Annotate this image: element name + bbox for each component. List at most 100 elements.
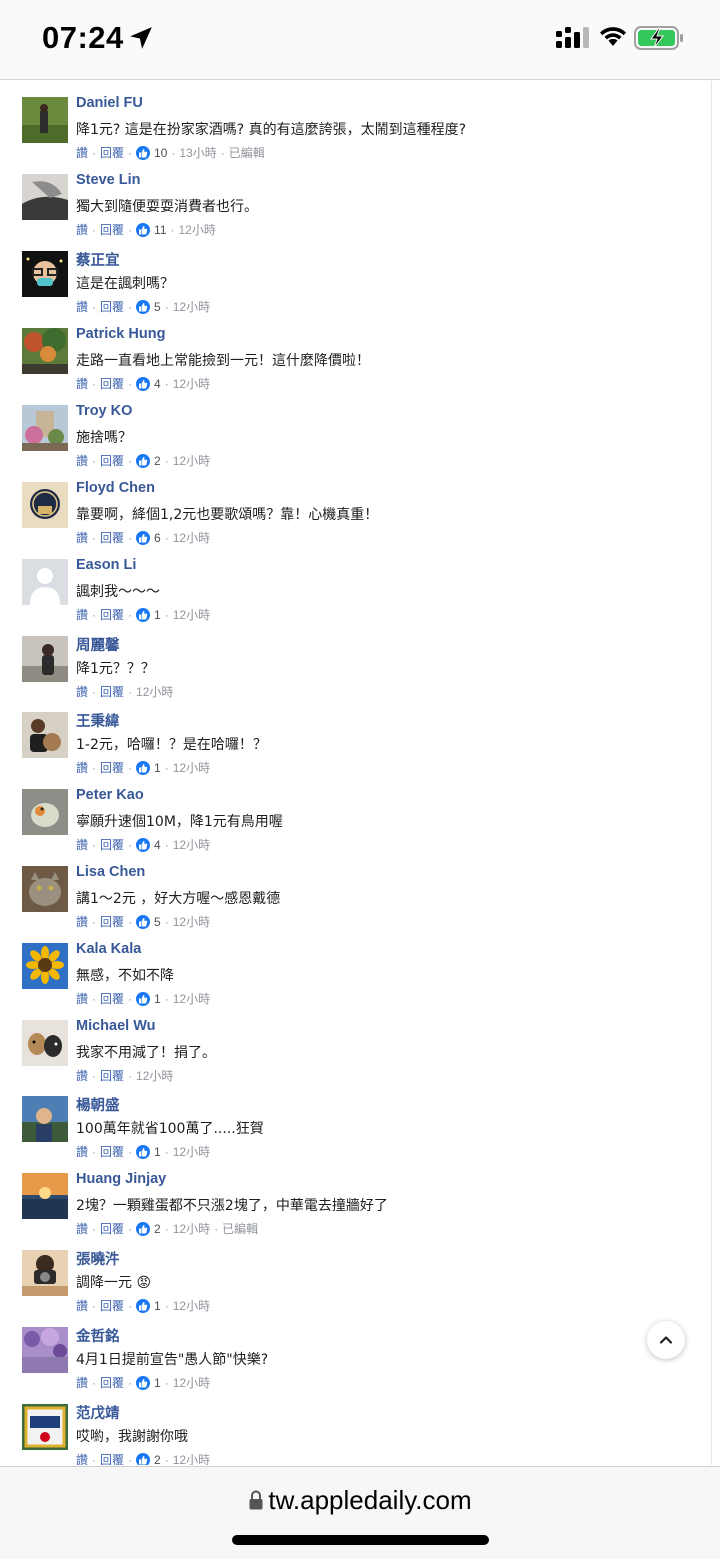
- reply-link[interactable]: 回覆: [100, 529, 124, 546]
- avatar[interactable]: [22, 482, 68, 528]
- like-link[interactable]: 讚: [76, 990, 88, 1007]
- timestamp[interactable]: 12小時: [173, 606, 210, 623]
- avatar[interactable]: [22, 405, 68, 451]
- timestamp[interactable]: 13小時: [179, 144, 216, 161]
- like-link[interactable]: 讚: [76, 1067, 88, 1084]
- timestamp[interactable]: 12小時: [173, 1220, 210, 1237]
- like-count[interactable]: 5: [154, 915, 161, 929]
- avatar[interactable]: [22, 97, 68, 143]
- address-field[interactable]: tw.appledaily.com: [0, 1485, 720, 1516]
- like-link[interactable]: 讚: [76, 683, 88, 700]
- avatar[interactable]: [22, 1173, 68, 1219]
- like-count[interactable]: 1: [154, 608, 161, 622]
- like-link[interactable]: 讚: [76, 1297, 88, 1314]
- reply-link[interactable]: 回覆: [100, 606, 124, 623]
- edited-label[interactable]: 已編輯: [222, 1220, 258, 1237]
- commenter-name[interactable]: Lisa Chen: [76, 864, 145, 880]
- avatar[interactable]: [22, 636, 68, 682]
- reply-link[interactable]: 回覆: [100, 1220, 124, 1237]
- timestamp[interactable]: 12小時: [173, 836, 210, 853]
- commenter-name[interactable]: Steve Lin: [76, 172, 140, 188]
- like-link[interactable]: 讚: [76, 1143, 88, 1160]
- timestamp[interactable]: 12小時: [173, 1143, 210, 1160]
- reply-link[interactable]: 回覆: [100, 221, 124, 238]
- reply-link[interactable]: 回覆: [100, 990, 124, 1007]
- like-count[interactable]: 4: [154, 838, 161, 852]
- reply-link[interactable]: 回覆: [100, 1374, 124, 1391]
- timestamp[interactable]: 12小時: [173, 759, 210, 776]
- reply-link[interactable]: 回覆: [100, 1143, 124, 1160]
- reply-link[interactable]: 回覆: [100, 375, 124, 392]
- commenter-name[interactable]: 楊朝盛: [76, 1094, 120, 1115]
- commenter-name[interactable]: Michael Wu: [76, 1018, 156, 1034]
- scroll-to-top-button[interactable]: [647, 1321, 685, 1359]
- like-count[interactable]: 4: [154, 377, 161, 391]
- like-count[interactable]: 1: [154, 761, 161, 775]
- timestamp[interactable]: 12小時: [173, 990, 210, 1007]
- commenter-name[interactable]: Troy KO: [76, 403, 132, 419]
- avatar[interactable]: [22, 1404, 68, 1450]
- like-count[interactable]: 2: [154, 454, 161, 468]
- like-count[interactable]: 10: [154, 146, 167, 160]
- reply-link[interactable]: 回覆: [100, 913, 124, 930]
- avatar[interactable]: [22, 866, 68, 912]
- commenter-name[interactable]: 張曉汼: [76, 1248, 120, 1269]
- timestamp[interactable]: 12小時: [173, 298, 210, 315]
- like-link[interactable]: 讚: [76, 452, 88, 469]
- avatar[interactable]: [22, 789, 68, 835]
- avatar[interactable]: [22, 1096, 68, 1142]
- like-link[interactable]: 讚: [76, 1374, 88, 1391]
- avatar[interactable]: [22, 251, 68, 297]
- like-count[interactable]: 1: [154, 1376, 161, 1390]
- timestamp[interactable]: 12小時: [179, 221, 216, 238]
- commenter-name[interactable]: Kala Kala: [76, 941, 141, 957]
- timestamp[interactable]: 12小時: [173, 1297, 210, 1314]
- reply-link[interactable]: 回覆: [100, 144, 124, 161]
- commenter-name[interactable]: 王秉緯: [76, 710, 120, 731]
- timestamp[interactable]: 12小時: [136, 1067, 173, 1084]
- like-count[interactable]: 2: [154, 1222, 161, 1236]
- commenter-name[interactable]: 金哲銘: [76, 1325, 120, 1346]
- commenter-name[interactable]: Peter Kao: [76, 787, 144, 803]
- like-count[interactable]: 2: [154, 1453, 161, 1466]
- avatar[interactable]: [22, 1250, 68, 1296]
- like-count[interactable]: 5: [154, 300, 161, 314]
- edited-label[interactable]: 已編輯: [229, 144, 265, 161]
- like-link[interactable]: 讚: [76, 1220, 88, 1237]
- avatar[interactable]: [22, 559, 68, 605]
- like-link[interactable]: 讚: [76, 221, 88, 238]
- avatar[interactable]: [22, 1020, 68, 1066]
- like-link[interactable]: 讚: [76, 375, 88, 392]
- comment-list[interactable]: Daniel FU 降1元? 這是在扮家家酒嗎? 真的有這麼誇張，太鬧到這種程度…: [0, 81, 720, 1465]
- reply-link[interactable]: 回覆: [100, 452, 124, 469]
- timestamp[interactable]: 12小時: [173, 1451, 210, 1465]
- reply-link[interactable]: 回覆: [100, 836, 124, 853]
- like-link[interactable]: 讚: [76, 836, 88, 853]
- commenter-name[interactable]: Daniel FU: [76, 95, 143, 111]
- like-link[interactable]: 讚: [76, 913, 88, 930]
- like-count[interactable]: 1: [154, 1299, 161, 1313]
- timestamp[interactable]: 12小時: [136, 683, 173, 700]
- like-link[interactable]: 讚: [76, 298, 88, 315]
- commenter-name[interactable]: Patrick Hung: [76, 326, 165, 342]
- avatar[interactable]: [22, 943, 68, 989]
- timestamp[interactable]: 12小時: [173, 1374, 210, 1391]
- avatar[interactable]: [22, 174, 68, 220]
- like-count[interactable]: 1: [154, 992, 161, 1006]
- like-count[interactable]: 6: [154, 531, 161, 545]
- reply-link[interactable]: 回覆: [100, 1451, 124, 1465]
- commenter-name[interactable]: Eason Li: [76, 557, 136, 573]
- reply-link[interactable]: 回覆: [100, 683, 124, 700]
- commenter-name[interactable]: Floyd Chen: [76, 480, 155, 496]
- timestamp[interactable]: 12小時: [173, 913, 210, 930]
- commenter-name[interactable]: 周麗馨: [76, 634, 120, 655]
- avatar[interactable]: [22, 1327, 68, 1373]
- reply-link[interactable]: 回覆: [100, 1297, 124, 1314]
- like-count[interactable]: 11: [154, 223, 166, 237]
- avatar[interactable]: [22, 712, 68, 758]
- reply-link[interactable]: 回覆: [100, 759, 124, 776]
- commenter-name[interactable]: 范戊靖: [76, 1402, 120, 1423]
- avatar[interactable]: [22, 328, 68, 374]
- browser-address-bar[interactable]: tw.appledaily.com: [0, 1466, 720, 1559]
- timestamp[interactable]: 12小時: [173, 375, 210, 392]
